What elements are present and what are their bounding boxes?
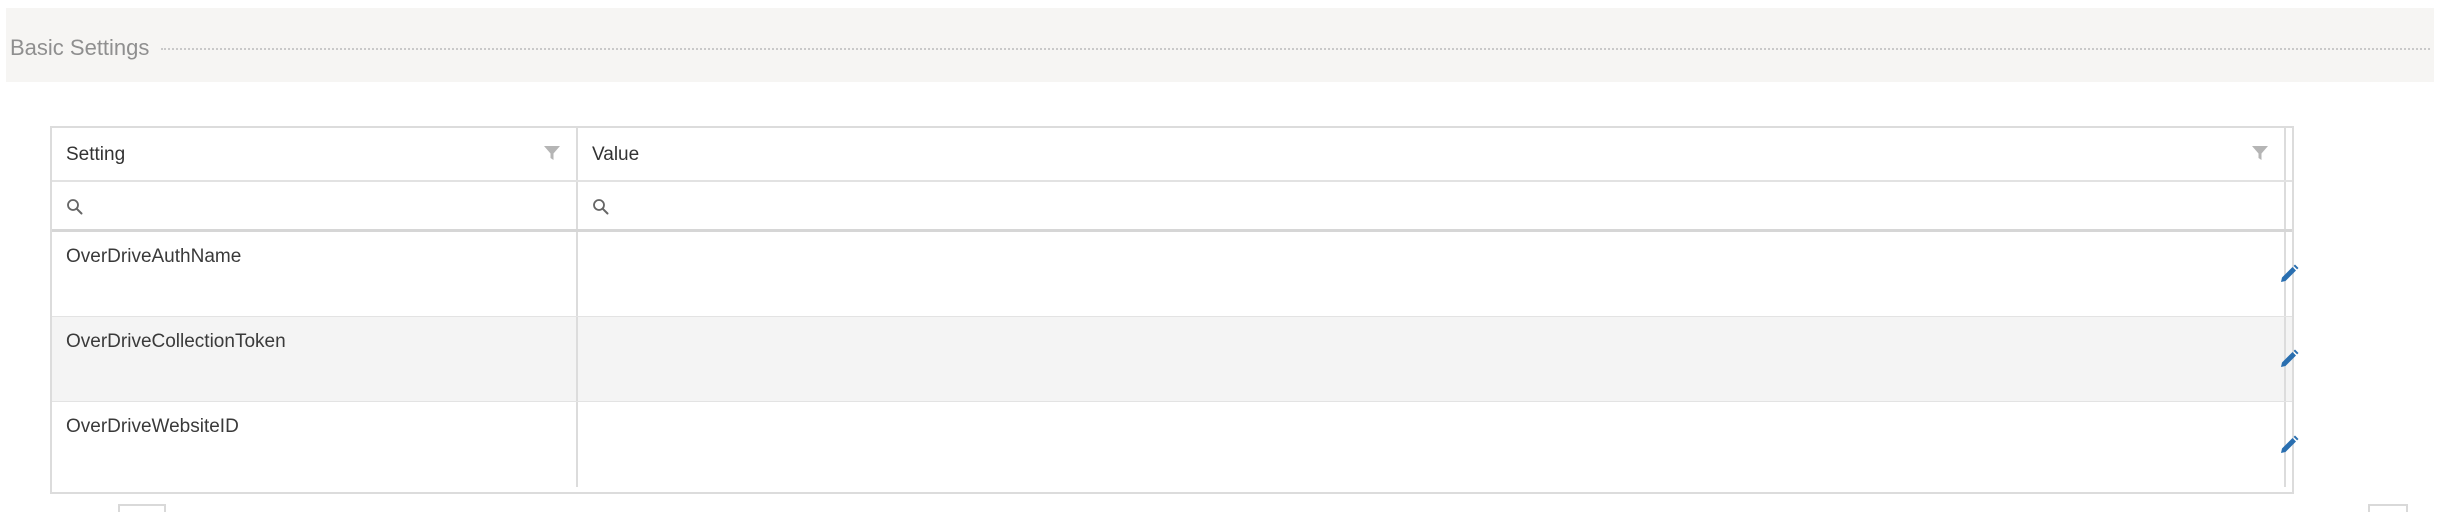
column-header-value[interactable]: Value [578, 128, 2286, 180]
action-cell [2281, 232, 2299, 316]
section-divider [161, 48, 2430, 50]
page: Basic Settings Setting Value OverDriveAu… [0, 0, 2440, 512]
section-header: Basic Settings [10, 28, 2430, 68]
grid-header-row: Setting Value [52, 128, 2292, 182]
column-header-setting[interactable]: Setting [52, 128, 578, 180]
setting-search-input[interactable] [52, 182, 576, 229]
filter-icon[interactable] [2250, 143, 2270, 163]
pencil-icon [2281, 264, 2299, 282]
search-row-action-cell [2286, 182, 2292, 229]
value-search-input[interactable] [578, 182, 2284, 229]
setting-name: OverDriveCollectionToken [66, 331, 286, 352]
pencil-icon [2281, 435, 2299, 453]
table-row: OverDriveWebsiteID [52, 402, 2299, 487]
edit-button[interactable] [2269, 339, 2309, 379]
setting-cell: OverDriveAuthName [52, 232, 578, 316]
pager-button-left[interactable] [118, 504, 166, 512]
setting-name: OverDriveWebsiteID [66, 416, 239, 437]
setting-search-cell [52, 182, 578, 229]
filter-icon[interactable] [542, 143, 562, 163]
grid-search-row [52, 182, 2292, 232]
table-row: OverDriveAuthName [52, 232, 2299, 317]
value-cell [578, 402, 2286, 487]
table-row: OverDriveCollectionToken [52, 317, 2299, 402]
action-cell [2281, 317, 2299, 401]
action-cell [2281, 402, 2299, 487]
value-cell [578, 232, 2286, 316]
column-header-actions [2286, 128, 2292, 180]
section-title: Basic Settings [10, 35, 150, 60]
edit-button[interactable] [2269, 425, 2309, 465]
settings-grid: Setting Value OverDriveAuthName OverDriv… [50, 126, 2299, 494]
pencil-icon [2281, 349, 2299, 367]
edit-button[interactable] [2269, 254, 2309, 294]
column-header-value-label: Value [592, 144, 640, 165]
setting-cell: OverDriveCollectionToken [52, 317, 578, 401]
setting-cell: OverDriveWebsiteID [52, 402, 578, 487]
value-cell [578, 317, 2286, 401]
column-header-setting-label: Setting [66, 144, 126, 165]
value-search-cell [578, 182, 2286, 229]
pager-button-right[interactable] [2368, 504, 2408, 512]
setting-name: OverDriveAuthName [66, 246, 242, 267]
